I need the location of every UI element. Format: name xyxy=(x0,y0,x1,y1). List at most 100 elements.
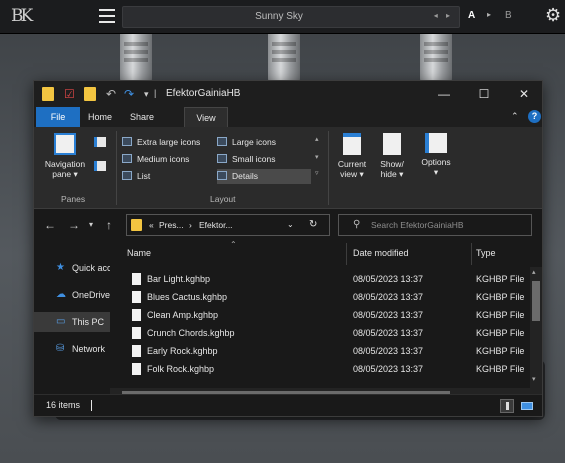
file-row[interactable]: Clean Amp.kghbp 08/05/2023 13:37 KGHBP F… xyxy=(110,306,530,324)
preset-name: Sunny Sky xyxy=(255,11,303,22)
extra-large-icons-icon xyxy=(122,137,132,146)
navigation-pane-icon xyxy=(54,133,76,155)
file-icon xyxy=(132,363,141,375)
breadcrumb-overflow[interactable]: « xyxy=(149,220,154,230)
file-row[interactable]: Early Rock.kghbp 08/05/2023 13:37 KGHBP … xyxy=(110,342,530,360)
options-icon xyxy=(425,133,447,153)
scroll-thumb[interactable] xyxy=(532,281,540,321)
layout-scroll-up-icon[interactable]: ▴ xyxy=(315,135,319,143)
file-list: ⌃ Name Date modified Type Bar Light.kghb… xyxy=(110,240,542,400)
show-hide-button[interactable]: Show/ hide ▾ xyxy=(374,133,410,179)
file-date: 08/05/2023 13:37 xyxy=(353,292,424,302)
input-jack xyxy=(120,34,152,82)
nav-item-onedrive[interactable]: ☁ OneDrive xyxy=(34,285,110,305)
details-view-button[interactable] xyxy=(500,399,514,413)
brand-logo: BK xyxy=(11,6,33,26)
window-title: EfektorGainiaHB xyxy=(166,88,241,99)
properties-icon[interactable]: ☑ xyxy=(64,87,75,101)
close-button[interactable]: ✕ xyxy=(510,84,538,104)
undo-icon[interactable]: ↶ xyxy=(106,87,116,101)
menu-icon[interactable] xyxy=(99,9,115,23)
minimize-button[interactable]: — xyxy=(430,84,458,104)
vertical-scrollbar[interactable]: ▴ ▾ xyxy=(530,267,542,397)
column-header-date[interactable]: Date modified xyxy=(353,248,409,258)
preset-selector[interactable]: Sunny Sky ◂ ▸ xyxy=(122,6,460,28)
ribbon-separator xyxy=(328,131,329,205)
recent-locations-icon[interactable]: ▾ xyxy=(89,220,93,229)
address-dropdown-icon[interactable]: ⌄ xyxy=(287,220,294,229)
file-icon xyxy=(132,327,141,339)
layout-expand-icon[interactable]: ▿ xyxy=(315,169,319,177)
medium-icons-icon xyxy=(122,154,132,163)
options-button[interactable]: Options ▾ xyxy=(414,133,458,177)
breadcrumb-efektor[interactable]: Efektor... xyxy=(199,220,233,230)
details-pane-icon[interactable] xyxy=(94,161,106,171)
preset-nav-arrows[interactable]: ◂ ▸ xyxy=(434,11,453,20)
back-arrow-icon[interactable]: ← xyxy=(44,218,56,232)
redo-icon[interactable]: ↷ xyxy=(124,87,134,101)
file-row[interactable]: Bar Light.kghbp 08/05/2023 13:37 KGHBP F… xyxy=(110,270,530,288)
search-input[interactable]: ⚲ Search EfektorGainiaHB xyxy=(338,214,532,236)
options-label: Options xyxy=(421,157,451,167)
column-separator[interactable] xyxy=(346,243,347,265)
column-header-name[interactable]: Name xyxy=(127,248,151,258)
ab-slot-a[interactable]: A xyxy=(468,10,475,21)
layout-extra-large-icons[interactable]: Extra large icons xyxy=(122,135,218,150)
title-separator: | xyxy=(154,88,157,98)
tab-share[interactable]: Share xyxy=(120,107,164,127)
ab-copy-arrow-icon[interactable]: ▸ xyxy=(487,10,491,19)
help-icon[interactable]: ? xyxy=(528,110,541,123)
nav-item-label: Quick acce xyxy=(72,263,110,273)
layout-medium-label: Medium icons xyxy=(137,154,190,164)
file-icon xyxy=(132,273,141,285)
breadcrumb-presets[interactable]: Pres... xyxy=(159,220,184,230)
up-arrow-icon[interactable]: ↑ xyxy=(106,218,112,232)
address-box[interactable]: « Pres... › Efektor... ⌄ ↻ xyxy=(126,214,330,236)
nav-item-quick-access[interactable]: ★ Quick acce xyxy=(34,258,110,278)
file-date: 08/05/2023 13:37 xyxy=(353,328,424,338)
navigation-pane-button[interactable]: Navigation pane ▾ xyxy=(38,133,92,179)
navigation-pane: ★ Quick acce ☁ OneDrive ▭ This PC ⛁ Netw… xyxy=(34,240,110,400)
current-view-button[interactable]: Current view ▾ xyxy=(332,133,372,179)
file-row[interactable]: Folk Rock.kghbp 08/05/2023 13:37 KGHBP F… xyxy=(110,360,530,378)
tab-home[interactable]: Home xyxy=(80,107,120,127)
gear-icon[interactable]: ⚙ xyxy=(545,5,561,26)
nav-item-label: Network xyxy=(72,344,106,354)
refresh-icon[interactable]: ↻ xyxy=(309,219,317,230)
maximize-button[interactable]: ☐ xyxy=(470,84,498,104)
nav-item-this-pc[interactable]: ▭ This PC xyxy=(34,312,110,332)
forward-arrow-icon[interactable]: → xyxy=(68,218,80,232)
preview-pane-icon[interactable] xyxy=(94,137,106,147)
text-cursor xyxy=(91,400,92,411)
layout-scroll-down-icon[interactable]: ▾ xyxy=(315,153,319,161)
folder-icon xyxy=(42,87,54,101)
layout-list[interactable]: List xyxy=(122,169,218,184)
new-folder-icon[interactable] xyxy=(84,87,96,101)
tab-view[interactable]: View xyxy=(184,107,228,127)
file-row[interactable]: Crunch Chords.kghbp 08/05/2023 13:37 KGH… xyxy=(110,324,530,342)
scroll-up-icon[interactable]: ▴ xyxy=(532,268,536,276)
column-header-type[interactable]: Type xyxy=(476,248,496,258)
file-name: Folk Rock.kghbp xyxy=(147,364,215,374)
column-separator[interactable] xyxy=(471,243,472,265)
customize-toolbar-icon[interactable]: ▾ xyxy=(144,87,149,101)
chevron-up-icon[interactable]: ⌃ xyxy=(511,111,519,122)
layout-small-icons[interactable]: Small icons xyxy=(217,152,309,167)
options-arrow: ▾ xyxy=(433,167,439,177)
star-icon: ★ xyxy=(56,262,65,273)
list-icon xyxy=(122,171,132,180)
file-explorer-window: ☑ ↶ ↷ ▾ | EfektorGainiaHB — ☐ ✕ File Hom… xyxy=(33,80,543,417)
scroll-down-icon[interactable]: ▾ xyxy=(532,375,536,383)
nav-item-network[interactable]: ⛁ Network xyxy=(34,339,110,359)
file-date: 08/05/2023 13:37 xyxy=(353,364,424,374)
file-row[interactable]: Blues Cactus.kghbp 08/05/2023 13:37 KGHB… xyxy=(110,288,530,306)
file-name: Blues Cactus.kghbp xyxy=(147,292,228,302)
large-icons-view-button[interactable] xyxy=(520,399,534,413)
layout-details[interactable]: Details xyxy=(217,169,311,184)
details-icon xyxy=(217,171,227,180)
tab-file[interactable]: File xyxy=(36,107,80,127)
layout-large-icons[interactable]: Large icons xyxy=(217,135,309,150)
search-icon: ⚲ xyxy=(353,219,361,230)
ab-slot-b[interactable]: B xyxy=(505,10,512,21)
layout-medium-icons[interactable]: Medium icons xyxy=(122,152,218,167)
